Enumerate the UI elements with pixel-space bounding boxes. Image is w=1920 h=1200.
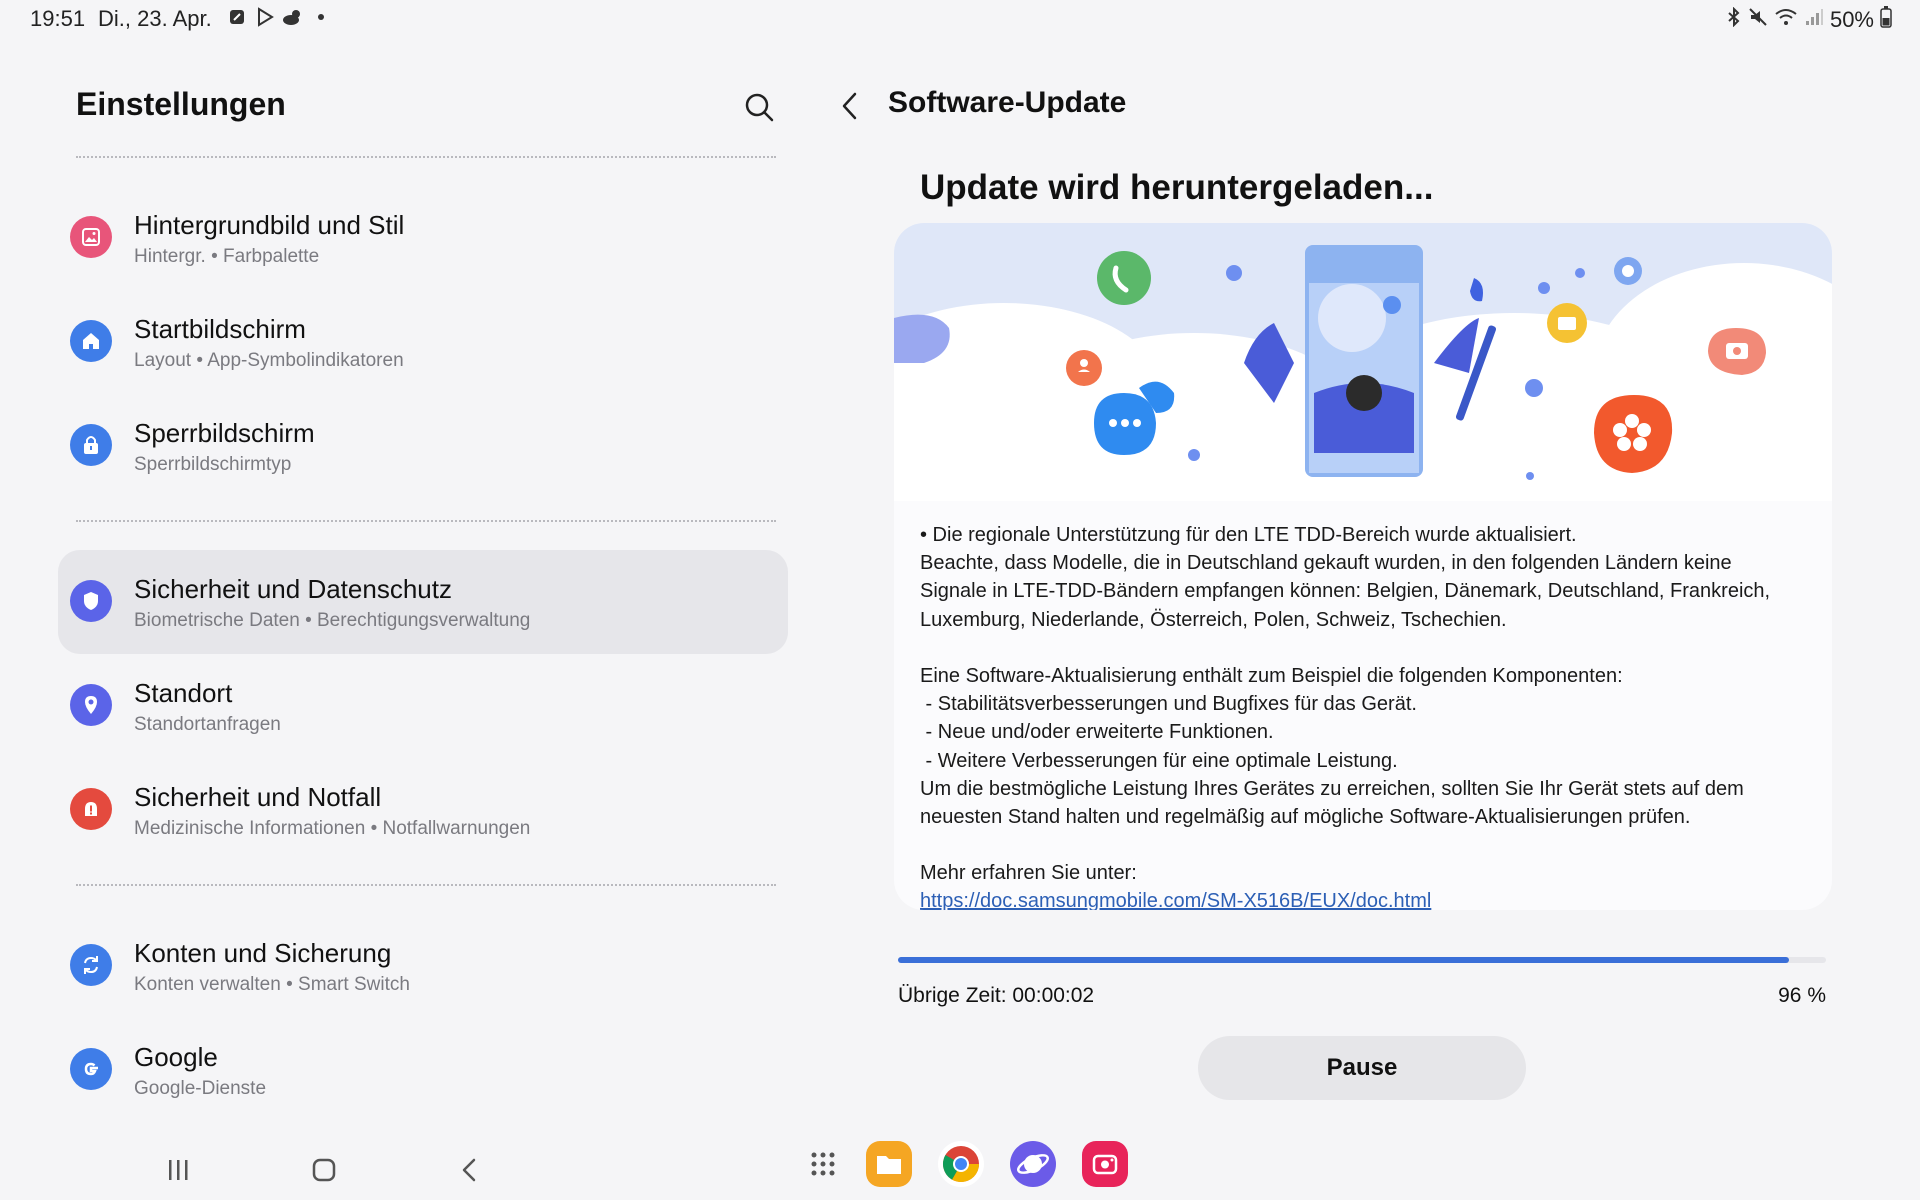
release-note-line: Mehr erfahren Sie unter:: [920, 862, 1137, 885]
remaining-time: Übrige Zeit: 00:00:02: [898, 984, 1095, 1007]
emergency-icon: [70, 788, 112, 830]
settings-item-subtitle: Google-Dienste: [134, 1078, 267, 1099]
release-note-line: Luxemburg, Niederlande, Österreich, Pole…: [920, 608, 1507, 631]
release-note-line: - Stabilitätsverbesserungen und Bugfixes…: [920, 693, 1417, 716]
signal-icon: [1804, 7, 1824, 33]
settings-item-security-privacy[interactable]: Sicherheit und Datenschutz Biometrische …: [58, 550, 788, 654]
status-date: Di., 23. Apr.: [98, 6, 212, 31]
page-title: Software-Update: [888, 86, 1127, 119]
section-divider: [76, 156, 776, 158]
release-note-line: Beachte, dass Modelle, die in Deutschlan…: [920, 552, 1732, 575]
system-status-icons: 50%: [1726, 6, 1892, 34]
chrome-icon[interactable]: [938, 1141, 984, 1187]
progress-percent: 96 %: [1778, 984, 1826, 1007]
wallpaper-icon: [70, 216, 112, 258]
settings-item-title: Google: [134, 1042, 218, 1072]
search-icon[interactable]: [740, 88, 780, 128]
release-note-line: Eine Software-Aktualisierung enthält zum…: [920, 664, 1623, 687]
battery-icon: [1880, 6, 1892, 34]
release-note-line: - Neue und/oder erweiterte Funktionen.: [920, 721, 1274, 744]
my-files-icon[interactable]: [866, 1141, 912, 1187]
status-time: 19:51: [30, 6, 86, 31]
lock-icon: [70, 424, 112, 466]
section-divider: [76, 884, 776, 886]
app-notification-icon: [226, 6, 248, 28]
settings-item-location[interactable]: Standort Standortanfragen: [58, 654, 788, 758]
samsung-internet-icon[interactable]: [1010, 1141, 1056, 1187]
settings-item-home-screen[interactable]: Startbildschirm Layout • App-Symbolindik…: [58, 290, 788, 394]
mute-icon: [1748, 7, 1768, 33]
more-info-link[interactable]: https://doc.samsungmobile.com/SM-X516B/E…: [920, 887, 1820, 910]
settings-item-title: Startbildschirm: [134, 314, 306, 344]
release-note-line: - Weitere Verbesserungen für eine optima…: [920, 749, 1398, 772]
settings-item-safety-emergency[interactable]: Sicherheit und Notfall Medizinische Info…: [58, 758, 788, 862]
notification-icons: [226, 6, 332, 28]
update-illustration: [894, 223, 1832, 513]
home-icon: [70, 320, 112, 362]
shield-icon: [70, 580, 112, 622]
google-icon: [70, 1048, 112, 1090]
settings-item-subtitle: Sperrbildschirmtyp: [134, 454, 292, 475]
release-note-spacer: [920, 831, 1820, 859]
settings-item-title: Standort: [134, 678, 233, 708]
update-info-card[interactable]: • Die regionale Unterstützung für den LT…: [894, 223, 1832, 910]
app-drawer-icon[interactable]: [800, 1141, 846, 1187]
back-button[interactable]: [836, 88, 864, 124]
settings-item-subtitle: Standortanfragen: [134, 714, 281, 735]
settings-item-title: Sperrbildschirm: [134, 418, 315, 448]
release-note-spacer: [920, 634, 1820, 662]
settings-item-google[interactable]: Google Google-Dienste: [58, 1018, 788, 1122]
settings-item-subtitle: Layout • App-Symbolindikatoren: [134, 350, 404, 371]
home-button-icon[interactable]: [302, 1148, 346, 1192]
release-note-line: Um die bestmögliche Leistung Ihres Gerät…: [920, 777, 1744, 800]
recents-icon[interactable]: [156, 1148, 200, 1192]
update-status-heading: Update wird heruntergeladen...: [920, 168, 1434, 207]
location-icon: [70, 684, 112, 726]
settings-item-accounts-backup[interactable]: Konten und Sicherung Konten verwalten • …: [58, 914, 788, 1018]
play-store-icon: [254, 6, 276, 28]
wifi-icon: [1774, 7, 1798, 33]
settings-item-title: Konten und Sicherung: [134, 938, 392, 968]
settings-item-wallpaper[interactable]: Hintergrundbild und Stil Hintergr. • Far…: [58, 186, 788, 290]
settings-item-title: Hintergrundbild und Stil: [134, 210, 405, 240]
release-notes: • Die regionale Unterstützung für den LT…: [920, 521, 1820, 910]
settings-item-title: Sicherheit und Datenschutz: [134, 574, 452, 604]
pause-button[interactable]: Pause: [1198, 1036, 1526, 1100]
battery-text: 50%: [1829, 7, 1874, 32]
settings-title: Einstellungen: [76, 86, 286, 122]
download-progress-fill: [898, 957, 1789, 963]
settings-item-subtitle: Hintergr. • Farbpalette: [134, 246, 320, 267]
back-icon[interactable]: [448, 1148, 492, 1192]
section-divider: [76, 520, 776, 522]
weather-icon: [282, 6, 304, 28]
settings-item-subtitle: Biometrische Daten • Berechtigungsverwal…: [134, 610, 531, 631]
screen-recorder-icon[interactable]: [1082, 1141, 1128, 1187]
bluetooth-icon: [1726, 6, 1742, 33]
status-bar: 19:51 Di., 23. Apr. 50%: [0, 0, 1920, 36]
release-note-line: neuesten Stand halten und regelmäßig auf…: [920, 805, 1691, 828]
download-progress-bar: [898, 957, 1826, 963]
release-note-line: • Die regionale Unterstützung für den LT…: [920, 524, 1577, 546]
settings-item-subtitle: Konten verwalten • Smart Switch: [134, 974, 410, 995]
settings-item-subtitle: Medizinische Informationen • Notfallwarn…: [134, 818, 531, 839]
release-note-line: Signale in LTE-TDD-Bändern empfangen kön…: [920, 580, 1771, 603]
sync-icon: [70, 944, 112, 986]
settings-item-lock-screen[interactable]: Sperrbildschirm Sperrbildschirmtyp: [58, 394, 788, 498]
dot-icon: [310, 6, 332, 28]
settings-item-title: Sicherheit und Notfall: [134, 782, 382, 812]
